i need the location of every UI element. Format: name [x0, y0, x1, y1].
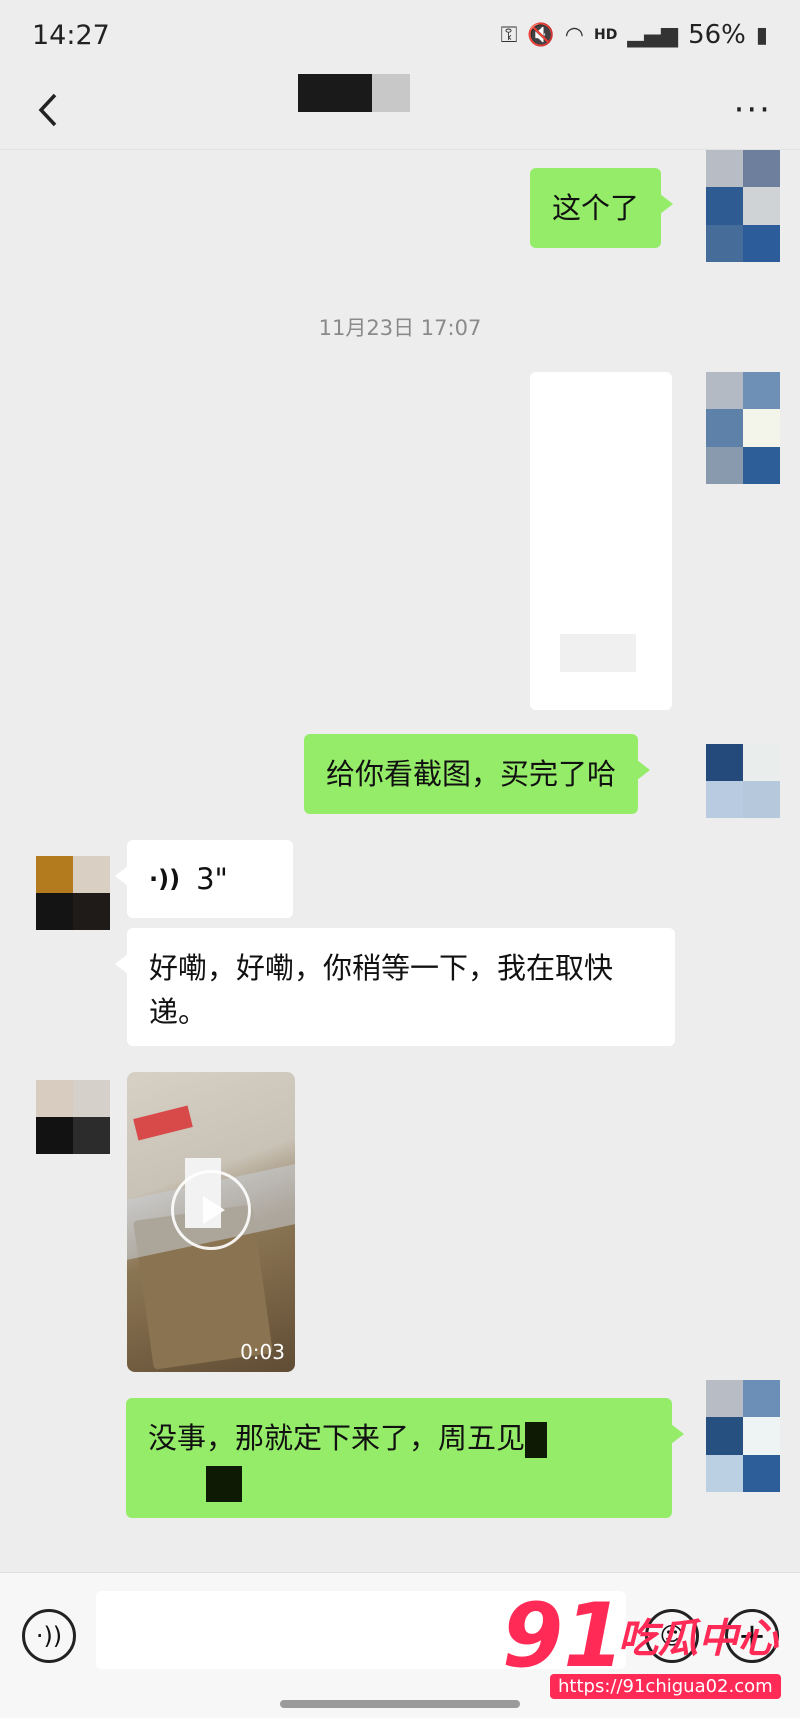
site-watermark: 91 吃瓜中心 https://91chigua02.com [500, 1584, 790, 1712]
mute-icon: 🔇 [527, 22, 555, 48]
back-icon[interactable] [28, 90, 68, 130]
voice-message[interactable]: ·)) 3" [115, 840, 293, 918]
status-time: 14:27 [32, 19, 110, 51]
redaction-block [560, 634, 636, 672]
redaction-block [206, 1466, 242, 1502]
signal-icon: ▂▄▆ [627, 22, 679, 48]
play-icon[interactable] [171, 1170, 251, 1250]
my-message-bubble[interactable]: 没事，那就定下来了，周五见 [126, 1398, 684, 1518]
redaction-block [298, 74, 372, 112]
video-thumbnail-detail [133, 1105, 193, 1141]
status-bar: 14:27 ⚿ 🔇 ◠ HD ▂▄▆ 56% ▮ [0, 0, 800, 70]
message-text: 给你看截图，买完了哈 [326, 757, 617, 791]
contact-avatar[interactable] [36, 1080, 110, 1154]
wifi-icon: ◠ [564, 22, 584, 48]
watermark-text: 吃瓜中心 [618, 1616, 778, 1662]
redaction-block [525, 1422, 548, 1458]
key-icon: ⚿ [500, 22, 518, 48]
watermark-number: 91 [502, 1584, 625, 1687]
more-options-icon[interactable]: ··· [734, 93, 772, 127]
message-timestamp: 11月23日 17:07 [318, 316, 482, 340]
chat-header: ··· [0, 70, 800, 150]
my-message-bubble[interactable]: 给你看截图，买完了哈 [304, 734, 651, 814]
battery-icon: ▮ [755, 22, 768, 48]
contact-avatar[interactable] [36, 856, 110, 930]
watermark-url: https://91chigua02.com [550, 1674, 781, 1699]
status-icons: ⚿ 🔇 ◠ HD ▂▄▆ 56% ▮ [501, 20, 768, 50]
video-message[interactable]: 0:03 [127, 1072, 295, 1372]
my-avatar[interactable] [706, 372, 780, 484]
contact-name-redacted [298, 74, 410, 112]
voice-wave-icon: ·)) [149, 865, 181, 893]
message-text: 这个了 [552, 191, 640, 225]
video-duration: 0:03 [240, 1340, 285, 1364]
my-message-bubble[interactable]: 这个了 [530, 168, 674, 248]
message-text: 没事，那就定下来了，周五见 [148, 1421, 526, 1455]
my-avatar[interactable] [706, 1380, 780, 1492]
network-label: HD [593, 27, 618, 43]
message-text: 好嘞，好嘞，你稍等一下，我在取快递。 [149, 951, 614, 1029]
my-avatar[interactable] [706, 744, 780, 818]
battery-level: 56% [688, 20, 746, 50]
redaction-block [372, 74, 410, 112]
contact-message-bubble[interactable]: 好嘞，好嘞，你稍等一下，我在取快递。 [115, 928, 675, 1046]
image-message-redacted[interactable] [530, 372, 672, 710]
home-indicator[interactable] [280, 1700, 520, 1708]
voice-input-icon[interactable]: ·)) [22, 1609, 76, 1663]
my-avatar[interactable] [706, 150, 780, 262]
voice-duration: 3" [196, 862, 228, 896]
